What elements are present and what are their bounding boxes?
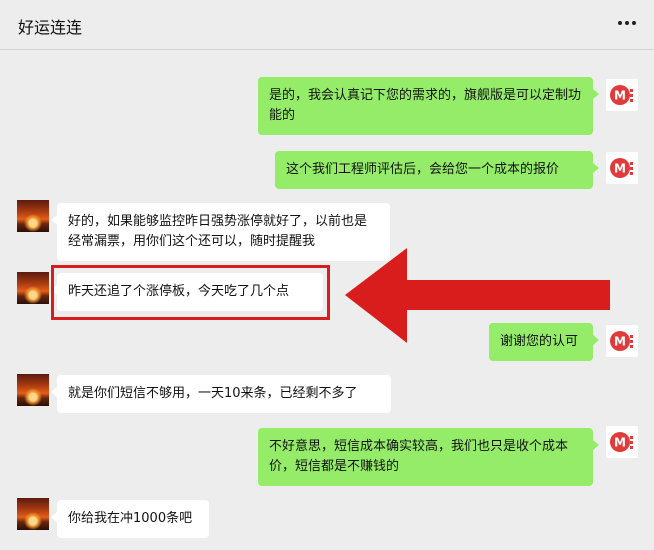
sent-message: 谢谢您的认可 — [489, 323, 599, 361]
svg-text:M: M — [614, 162, 626, 176]
received-message: 好的，如果能够监控昨日强势涨停就好了，以前也是经常漏票，用你们这个还可以，随时提… — [51, 203, 390, 261]
sent-message: 不好意思，短信成本确实较高，我们也只是收个成本价，短信都是不赚钱的 — [258, 428, 599, 486]
sender-avatar[interactable]: M — [606, 426, 638, 458]
contact-avatar[interactable] — [17, 272, 49, 304]
received-message: 你给我在冲1000条吧 — [51, 500, 209, 538]
chat-header: 好运连连 — [0, 0, 654, 50]
highlight-box — [51, 265, 330, 320]
contact-avatar[interactable] — [17, 200, 49, 232]
contact-avatar[interactable] — [17, 498, 49, 530]
contact-avatar[interactable] — [17, 374, 49, 406]
received-message: 就是你们短信不够用，一天10来条，已经剩不多了 — [51, 375, 391, 413]
brand-logo-icon: M — [610, 331, 633, 351]
sender-avatar[interactable]: M — [606, 325, 638, 357]
more-dots-icon[interactable] — [618, 18, 636, 28]
svg-text:M: M — [614, 335, 626, 349]
sender-avatar[interactable]: M — [606, 79, 638, 111]
svg-text:M: M — [614, 89, 626, 103]
brand-logo-icon: M — [610, 85, 633, 105]
sent-message: 是的，我会认真记下您的需求的，旗舰版是可以定制功能的 — [258, 77, 599, 135]
sender-avatar[interactable]: M — [606, 152, 638, 184]
brand-logo-icon: M — [610, 432, 633, 452]
chat-title: 好运连连 — [18, 18, 83, 37]
sent-message: 这个我们工程师评估后，会给您一个成本的报价 — [275, 151, 599, 189]
brand-logo-icon: M — [610, 158, 633, 178]
svg-text:M: M — [614, 436, 626, 450]
